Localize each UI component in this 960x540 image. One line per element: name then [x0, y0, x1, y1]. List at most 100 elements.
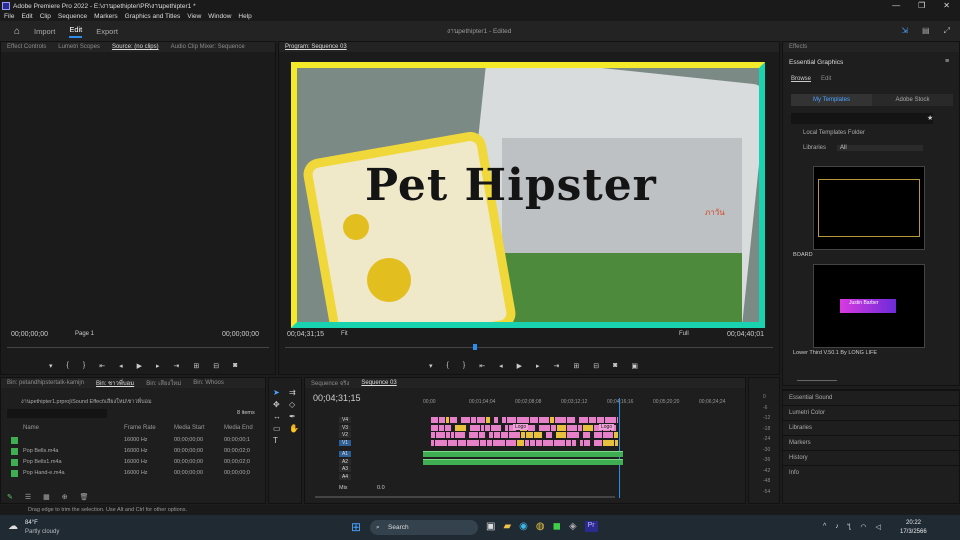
- video-clip[interactable]: [508, 432, 521, 438]
- video-clip[interactable]: [454, 424, 468, 431]
- program-tc-left[interactable]: 00;04;31;15: [287, 331, 324, 338]
- list-view-icon[interactable]: ☰: [25, 493, 31, 501]
- source-scrubber[interactable]: [7, 347, 269, 348]
- timeline-ruler[interactable]: 00;00 00;01;04;04 00;02;08;08 00;03;12;12 00…: [423, 398, 737, 407]
- program-fit[interactable]: Fit: [341, 331, 348, 337]
- hand-tool-icon[interactable]: ✋: [289, 424, 301, 433]
- slip-tool-icon[interactable]: ↔: [273, 412, 285, 421]
- col-start[interactable]: Media Start: [174, 425, 205, 431]
- video-clip[interactable]: [602, 439, 615, 446]
- video-clip[interactable]: [527, 424, 537, 431]
- p-lift-icon[interactable]: ⊞: [573, 362, 579, 370]
- p-in-icon[interactable]: {: [447, 362, 449, 370]
- video-clip[interactable]: [553, 439, 566, 446]
- audio-track-header[interactable]: A1: [339, 451, 351, 457]
- start-icon[interactable]: ⊞: [351, 520, 361, 534]
- video-clip[interactable]: [594, 432, 604, 438]
- video-clip[interactable]: [493, 439, 506, 446]
- close-icon[interactable]: ✕: [943, 1, 950, 10]
- eg-lib-select[interactable]: All: [837, 145, 923, 151]
- video-clip[interactable]: [477, 417, 487, 423]
- eg-tab-edit[interactable]: Edit: [821, 76, 831, 82]
- tab-audio-clip-mixer[interactable]: Audio Clip Mixer: Sequence: [171, 44, 245, 50]
- video-clip[interactable]: [435, 439, 449, 446]
- goto-out-icon[interactable]: ⇥: [174, 362, 180, 370]
- weather-temp[interactable]: 84°F: [25, 520, 38, 526]
- video-clip[interactable]: [470, 424, 482, 431]
- timeline-hscroll[interactable]: [315, 496, 615, 498]
- program-full[interactable]: Full: [679, 331, 689, 337]
- tab-source[interactable]: Source: (no clips): [112, 44, 159, 50]
- bin-tab-4[interactable]: Bin: Whoos: [193, 380, 224, 386]
- fullscreen-icon[interactable]: ⤢: [944, 26, 950, 36]
- source-tc-left[interactable]: 00;00;00;00: [11, 331, 48, 338]
- bin-tab-2[interactable]: Bin: ชาวพี่บอม: [96, 378, 134, 388]
- p-step-fwd-icon[interactable]: ▸: [536, 362, 540, 370]
- quick-export-icon[interactable]: ⇲: [901, 26, 908, 36]
- video-clip[interactable]: [571, 439, 577, 446]
- video-clip[interactable]: [582, 424, 595, 431]
- eg-my-templates[interactable]: My Templates: [791, 94, 872, 106]
- new-item-icon[interactable]: ⊕: [62, 493, 68, 501]
- weather-desc[interactable]: Partly cloudy: [25, 529, 59, 535]
- video-clip[interactable]: [566, 424, 579, 431]
- camera-icon[interactable]: ◙: [233, 362, 237, 370]
- video-clip[interactable]: [500, 432, 509, 438]
- in-icon[interactable]: {: [67, 362, 69, 370]
- video-clip[interactable]: [517, 417, 531, 423]
- premiere-task-icon[interactable]: Pr: [584, 521, 598, 532]
- tab-program[interactable]: Program: Sequence 03: [285, 44, 347, 50]
- ripple-tool-icon[interactable]: ✥: [273, 400, 285, 409]
- timeline-playhead[interactable]: [619, 398, 620, 498]
- video-track-header[interactable]: V1: [339, 439, 351, 446]
- menu-help[interactable]: Help: [238, 13, 251, 20]
- marker-icon[interactable]: ▾: [49, 362, 53, 370]
- pencil-icon[interactable]: ✎: [7, 493, 13, 501]
- taskbar-search[interactable]: ⌕ Search: [370, 520, 478, 535]
- video-clip[interactable]: [539, 424, 552, 431]
- weather-icon[interactable]: ☁: [8, 521, 18, 532]
- rect-tool-icon[interactable]: ▭: [273, 424, 285, 433]
- audio-clip[interactable]: [423, 458, 623, 465]
- out-icon[interactable]: }: [83, 362, 85, 370]
- bin-row[interactable]: 16000 Hz 00;00;00;00 00;00;00;1: [7, 436, 263, 446]
- wifi-icon[interactable]: ◠: [860, 523, 866, 534]
- icon-view-icon[interactable]: ▦: [43, 493, 50, 501]
- menu-sequence[interactable]: Sequence: [58, 13, 87, 20]
- video-clip[interactable]: [589, 417, 598, 423]
- goto-in-icon[interactable]: ⇤: [99, 362, 105, 370]
- video-clip[interactable]: [436, 432, 446, 438]
- eg-zoom-slider[interactable]: [797, 380, 837, 381]
- menu-file[interactable]: File: [4, 13, 14, 20]
- razor-tool-icon[interactable]: ◇: [289, 400, 301, 409]
- eg-tab-browse[interactable]: Browse: [791, 76, 811, 82]
- tab-lumetri-scopes[interactable]: Lumetri Scopes: [58, 44, 100, 50]
- mic-icon[interactable]: ♪: [835, 523, 839, 534]
- video-clip[interactable]: [445, 424, 452, 431]
- video-clip[interactable]: [479, 432, 487, 438]
- video-track-header[interactable]: V3: [339, 424, 351, 431]
- panel-info[interactable]: Info: [783, 465, 959, 480]
- video-clip[interactable]: [431, 424, 440, 431]
- video-clip[interactable]: [594, 439, 603, 446]
- bin-tab-1[interactable]: Bin: petandhipstertalk-kamijn: [7, 380, 84, 386]
- p-play-icon[interactable]: ▶: [517, 362, 522, 370]
- program-scrubber[interactable]: [285, 347, 773, 348]
- video-clip[interactable]: [556, 424, 567, 431]
- video-clip[interactable]: [614, 439, 619, 446]
- video-clip[interactable]: [597, 417, 605, 423]
- video-clip[interactable]: [545, 432, 554, 438]
- video-track-header[interactable]: V4: [339, 417, 351, 423]
- video-clip[interactable]: [479, 439, 488, 446]
- video-clip[interactable]: [613, 432, 619, 438]
- eg-chk-local[interactable]: Local Templates Folder: [803, 130, 865, 136]
- p-goto-out-icon[interactable]: ⇥: [554, 362, 560, 370]
- audio-track-header[interactable]: A3: [339, 466, 351, 472]
- bin-search-input[interactable]: [7, 409, 107, 418]
- trash-icon[interactable]: 🗑: [80, 493, 89, 501]
- bin-tab-3[interactable]: Bin: เสียงใหม่: [146, 378, 181, 388]
- video-clip[interactable]: [431, 417, 440, 423]
- video-clip[interactable]: [567, 432, 581, 438]
- menu-clip[interactable]: Clip: [40, 13, 51, 20]
- ws-edit[interactable]: Edit: [69, 25, 83, 38]
